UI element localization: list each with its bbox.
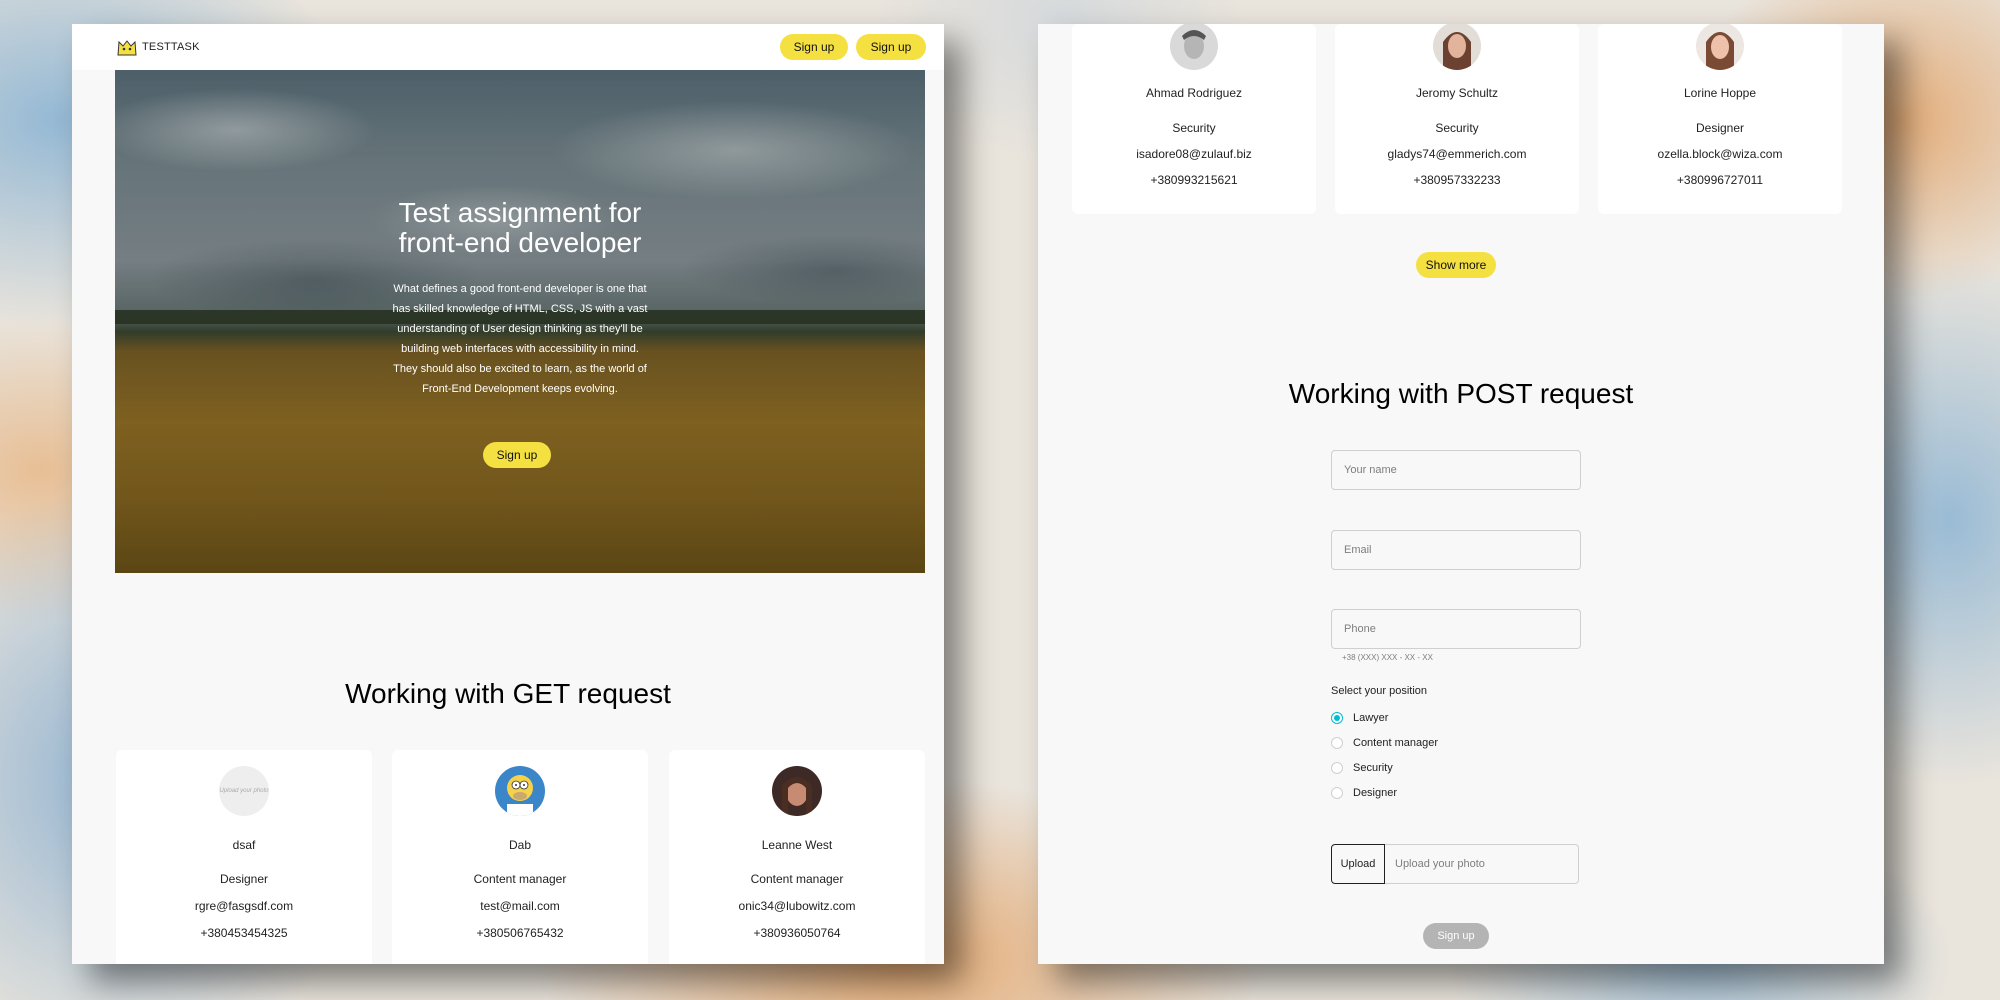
user-email: isadore08@zulauf.biz — [1136, 147, 1252, 161]
upload-file-field[interactable]: Upload your photo — [1385, 844, 1579, 884]
avatar: Upload your photo — [219, 766, 269, 816]
cat-logo-icon — [116, 38, 138, 56]
radio-label: Content manager — [1353, 737, 1438, 749]
user-name: Leanne West — [761, 838, 833, 852]
hero-banner: Test assignment for front-end developer … — [115, 70, 925, 573]
user-name: Jeromy Schultz — [1415, 86, 1499, 100]
upload-button[interactable]: Upload — [1331, 844, 1385, 884]
logo-text: TESTTASK — [142, 41, 200, 53]
post-section-title: Working with POST request — [1288, 378, 1634, 409]
position-select-label: Select your position — [1331, 685, 1427, 697]
user-phone: +380453454325 — [200, 926, 288, 940]
phone-field[interactable] — [1331, 609, 1581, 649]
user-position: Designer — [219, 872, 269, 886]
radio-label: Security — [1353, 762, 1393, 774]
user-phone: +380957332233 — [1413, 173, 1501, 187]
name-input[interactable] — [1332, 451, 1580, 489]
user-position: Designer — [1695, 121, 1745, 135]
submit-signup-button[interactable]: Sign up — [1423, 923, 1489, 949]
header-signup-button[interactable]: Sign up — [780, 34, 848, 60]
radio-unchecked-icon[interactable] — [1331, 762, 1343, 774]
user-phone: +380996727011 — [1676, 173, 1764, 187]
position-radio-security[interactable]: Security — [1331, 762, 1393, 774]
avatar — [1696, 24, 1744, 70]
avatar — [1433, 24, 1481, 70]
radio-unchecked-icon[interactable] — [1331, 737, 1343, 749]
user-email: test@mail.com — [480, 899, 560, 913]
email-field[interactable] — [1331, 530, 1581, 570]
left-screenshot: TESTTASK Sign up Sign up Test assignment… — [72, 24, 944, 964]
user-card: Lorine Hoppe Designer ozella.block@wiza.… — [1598, 24, 1842, 214]
right-screenshot: Ahmad Rodriguez Security isadore08@zulau… — [1038, 24, 1884, 964]
broken-photo-avatar-text: Upload your photo — [219, 788, 269, 794]
email-input[interactable] — [1332, 531, 1580, 569]
radio-label: Lawyer — [1353, 712, 1389, 724]
user-position: Content manager — [473, 872, 567, 886]
position-radio-content-manager[interactable]: Content manager — [1331, 737, 1438, 749]
header-signup-button-2[interactable]: Sign up — [856, 34, 926, 60]
avatar — [495, 766, 545, 816]
user-email: rgre@fasgsdf.com — [194, 899, 294, 913]
avatar — [1170, 24, 1218, 70]
user-email: onic34@lubowitz.com — [738, 899, 856, 913]
get-section-title: Working with GET request — [345, 678, 671, 709]
radio-unchecked-icon[interactable] — [1331, 787, 1343, 799]
user-phone: +380506765432 — [476, 926, 564, 940]
user-name: Dab — [508, 838, 531, 852]
user-email: ozella.block@wiza.com — [1657, 147, 1783, 161]
avatar — [772, 766, 822, 816]
user-position: Content manager — [750, 872, 844, 886]
user-position: Security — [1435, 121, 1479, 135]
user-position: Security — [1172, 121, 1216, 135]
logo[interactable]: TESTTASK — [116, 36, 200, 58]
position-radio-designer[interactable]: Designer — [1331, 787, 1397, 799]
site-header: TESTTASK Sign up Sign up — [72, 24, 944, 70]
user-email: gladys74@emmerich.com — [1387, 147, 1527, 161]
photo-upload[interactable]: Upload Upload your photo — [1331, 844, 1579, 884]
name-field[interactable] — [1331, 450, 1581, 490]
hero-signup-button[interactable]: Sign up — [483, 442, 551, 468]
radio-checked-icon[interactable] — [1331, 712, 1343, 724]
user-name: dsaf — [232, 838, 256, 852]
hero-title: Test assignment for front-end developer — [398, 197, 642, 258]
user-card: Leanne West Content manager onic34@lubow… — [669, 750, 925, 964]
user-card: Dab Content manager test@mail.com +38050… — [392, 750, 648, 964]
show-more-button[interactable]: Show more — [1416, 252, 1496, 278]
user-name: Ahmad Rodriguez — [1145, 86, 1243, 100]
user-name: Lorine Hoppe — [1683, 86, 1757, 100]
user-card: Ahmad Rodriguez Security isadore08@zulau… — [1072, 24, 1316, 214]
hero-description: What defines a good front-end developer … — [392, 283, 648, 395]
user-phone: +380993215621 — [1150, 173, 1238, 187]
user-card: Jeromy Schultz Security gladys74@emmeric… — [1335, 24, 1579, 214]
radio-label: Designer — [1353, 787, 1398, 799]
user-phone: +380936050764 — [753, 926, 841, 940]
position-radio-lawyer[interactable]: Lawyer — [1331, 712, 1388, 724]
phone-helper-text: +38 (XXX) XXX - XX - XX — [1342, 653, 1433, 662]
phone-input[interactable] — [1332, 610, 1580, 648]
user-card: Upload your photo dsaf Designer rgre@fas… — [116, 750, 372, 964]
